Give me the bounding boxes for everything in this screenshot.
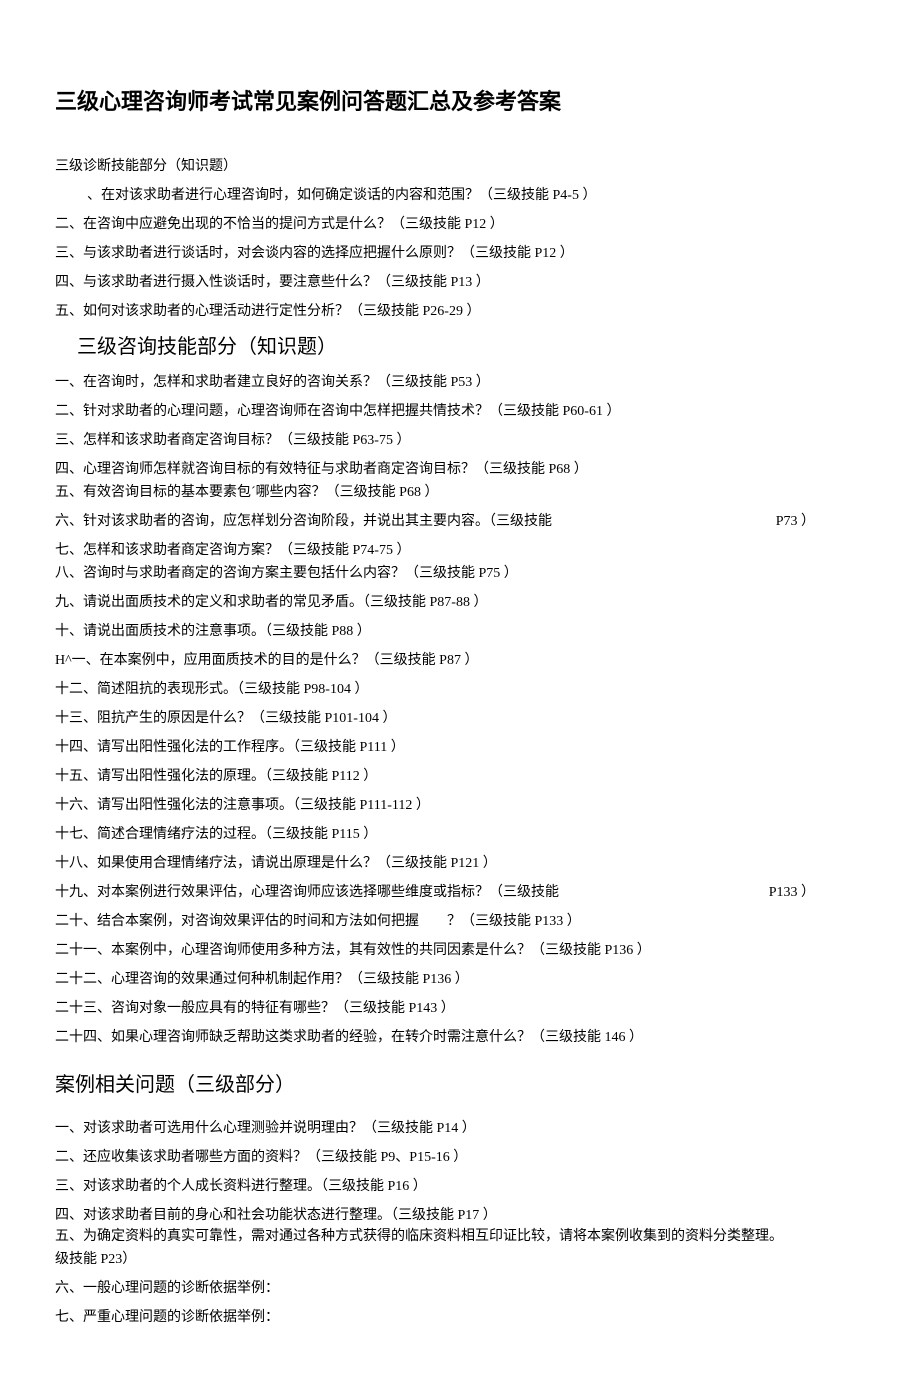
- s2-item-19-page: P133 ）: [769, 882, 865, 903]
- s2-item-12: 十二、简述阻抗的表现形式。（三级技能 P98-104 ）: [55, 679, 865, 700]
- s3-item-3: 三、对该求助者的个人成长资料进行整理。（三级技能 P16 ）: [55, 1176, 865, 1197]
- s1-item-4: 四、与该求助者进行摄入性谈话时，要注意些什么？（三级技能 P13 ）: [55, 272, 865, 293]
- s2-item-22: 二十二、心理咨询的效果通过何种机制起作用？（三级技能 P136 ）: [55, 969, 865, 990]
- section1-heading: 三级诊断技能部分（知识题）: [55, 156, 865, 177]
- s3-item-5: 五、为确定资料的真实可靠性，需对通过各种方式获得的临床资料相互印证比较，请将本案…: [55, 1226, 865, 1247]
- s2-item-9: 九、请说出面质技术的定义和求助者的常见矛盾。（三级技能 P87-88 ）: [55, 592, 865, 613]
- s1-item-3: 三、与该求助者进行谈话时，对会谈内容的选择应把握什么原则？（三级技能 P12 ）: [55, 243, 865, 264]
- s2-item-16: 十六、请写出阳性强化法的注意事项。（三级技能 P111-112 ）: [55, 795, 865, 816]
- s2-item-15: 十五、请写出阳性强化法的原理。（三级技能 P112 ）: [55, 766, 865, 787]
- s2-item-3: 三、怎样和该求助者商定咨询目标？（三级技能 P63-75 ）: [55, 430, 865, 451]
- s3-item-5b: 级技能 P23）: [55, 1249, 865, 1270]
- s2-item-18: 十八、如果使用合理情绪疗法，请说出原理是什么？（三级技能 P121 ）: [55, 853, 865, 874]
- s2-item-6-text: 六、针对该求助者的咨询，应怎样划分咨询阶段，并说出其主要内容。（三级技能: [55, 511, 552, 532]
- s2-item-21: 二十一、本案例中，心理咨询师使用多种方法，其有效性的共同因素是什么？（三级技能 …: [55, 940, 865, 961]
- s3-item-7: 七、严重心理问题的诊断依据举例：: [55, 1307, 865, 1328]
- s2-item-2: 二、针对求助者的心理问题，心理咨询师在咨询中怎样把握共情技术？（三级技能 P60…: [55, 401, 865, 422]
- s1-item-5: 五、如何对该求助者的心理活动进行定性分析？（三级技能 P26-29 ）: [55, 301, 865, 322]
- s2-item-13: 十三、阻抗产生的原因是什么？（三级技能 P101-104 ）: [55, 708, 865, 729]
- doc-title: 三级心理咨询师考试常见案例问答题汇总及参考答案: [55, 85, 865, 118]
- s2-item-10: 十、请说出面质技术的注意事项。（三级技能 P88 ）: [55, 621, 865, 642]
- section3-heading: 案例相关问题（三级部分）: [55, 1070, 865, 1100]
- s2-item-7: 七、怎样和该求助者商定咨询方案？（三级技能 P74-75 ）: [55, 540, 865, 561]
- s3-item-4: 四、对该求助者目前的身心和社会功能状态进行整理。（三级技能 P17 ）: [55, 1205, 865, 1226]
- s3-item-1: 一、对该求助者可选用什么心理测验并说明理由？（三级技能 P14 ）: [55, 1118, 865, 1139]
- s1-item-2: 二、在咨询中应避免出现的不恰当的提问方式是什么？（三级技能 P12 ）: [55, 214, 865, 235]
- s2-item-19-text: 十九、对本案例进行效果评估，心理咨询师应该选择哪些维度或指标？（三级技能: [55, 882, 559, 903]
- s2-item-17: 十七、简述合理情绪疗法的过程。（三级技能 P115 ）: [55, 824, 865, 845]
- s2-item-4: 四、心理咨询师怎样就咨询目标的有效特征与求助者商定咨询目标？（三级技能 P68 …: [55, 459, 865, 480]
- s2-item-8: 八、咨询时与求助者商定的咨询方案主要包括什么内容？（三级技能 P75 ）: [55, 563, 865, 584]
- s2-item-19: 十九、对本案例进行效果评估，心理咨询师应该选择哪些维度或指标？（三级技能 P13…: [55, 882, 865, 903]
- s2-item-5: 五、有效咨询目标的基本要素包´哪些内容？（三级技能 P68 ）: [55, 482, 865, 503]
- s2-item-6-page: P73 ）: [776, 511, 865, 532]
- s2-item-1: 一、在咨询时，怎样和求助者建立良好的咨询关系？（三级技能 P53 ）: [55, 372, 865, 393]
- s2-item-11: H^一、在本案例中，应用面质技术的目的是什么？（三级技能 P87 ）: [55, 650, 865, 671]
- s3-item-6: 六、一般心理问题的诊断依据举例：: [55, 1278, 865, 1299]
- s2-item-24: 二十四、如果心理咨询师缺乏帮助这类求助者的经验，在转介时需注意什么？（三级技能 …: [55, 1027, 865, 1048]
- s3-item-2: 二、还应收集该求助者哪些方面的资料？（三级技能 P9、P15-16 ）: [55, 1147, 865, 1168]
- s2-item-20: 二十、结合本案例，对咨询效果评估的时间和方法如何把握 ？（三级技能 P133 ）: [55, 911, 865, 932]
- section2-heading: 三级咨询技能部分（知识题）: [77, 332, 865, 362]
- s2-item-6: 六、针对该求助者的咨询，应怎样划分咨询阶段，并说出其主要内容。（三级技能 P73…: [55, 511, 865, 532]
- s1-item-1: 、在对该求助者进行心理咨询时，如何确定谈话的内容和范围？（三级技能 P4-5 ）: [55, 185, 865, 206]
- s2-item-14: 十四、请写出阳性强化法的工作程序。（三级技能 P111 ）: [55, 737, 865, 758]
- s2-item-23: 二十三、咨询对象一般应具有的特征有哪些？（三级技能 P143 ）: [55, 998, 865, 1019]
